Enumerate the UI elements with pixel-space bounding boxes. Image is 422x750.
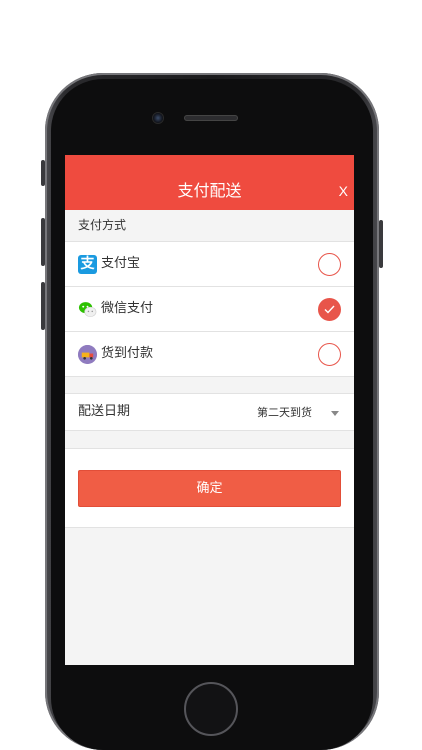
radio-checked[interactable]: [318, 298, 341, 321]
page-title: 支付配送: [177, 181, 242, 200]
front-camera: [153, 113, 163, 123]
delivery-date-row[interactable]: 配送日期 第二天到货: [65, 393, 354, 431]
confirm-section: 确定: [65, 448, 354, 528]
payment-option-cod[interactable]: 货到付款: [65, 332, 354, 377]
close-button[interactable]: X: [339, 183, 348, 199]
payment-section-label: 支付方式: [78, 218, 127, 232]
app-screen: 支付配送 X 支付方式 支 支付宝 微信支付 货到付款 配送日期 第二天到货 确…: [65, 155, 354, 665]
power-button: [379, 220, 383, 268]
payment-option-label: 货到付款: [101, 346, 154, 361]
wechat-icon: [78, 302, 97, 317]
header-bar: 支付配送 X: [65, 155, 354, 210]
alipay-icon: 支: [78, 255, 97, 274]
confirm-button[interactable]: 确定: [78, 470, 341, 507]
dropdown-arrow-icon[interactable]: [331, 411, 339, 416]
payment-option-wechat[interactable]: 微信支付: [65, 287, 354, 332]
payment-option-alipay[interactable]: 支 支付宝: [65, 242, 354, 287]
payment-option-label: 微信支付: [101, 301, 154, 316]
payment-options-list: 支 支付宝 微信支付 货到付款: [65, 241, 354, 377]
delivery-date-select[interactable]: 第二天到货: [257, 406, 312, 420]
payment-option-label: 支付宝: [101, 256, 141, 271]
radio-unchecked[interactable]: [318, 253, 341, 276]
checkmark-icon: [324, 305, 335, 314]
delivery-date-label: 配送日期: [78, 404, 131, 419]
cash-on-delivery-icon: [78, 345, 97, 364]
home-button[interactable]: [184, 682, 238, 736]
radio-unchecked[interactable]: [318, 343, 341, 366]
earpiece-speaker: [184, 115, 238, 121]
